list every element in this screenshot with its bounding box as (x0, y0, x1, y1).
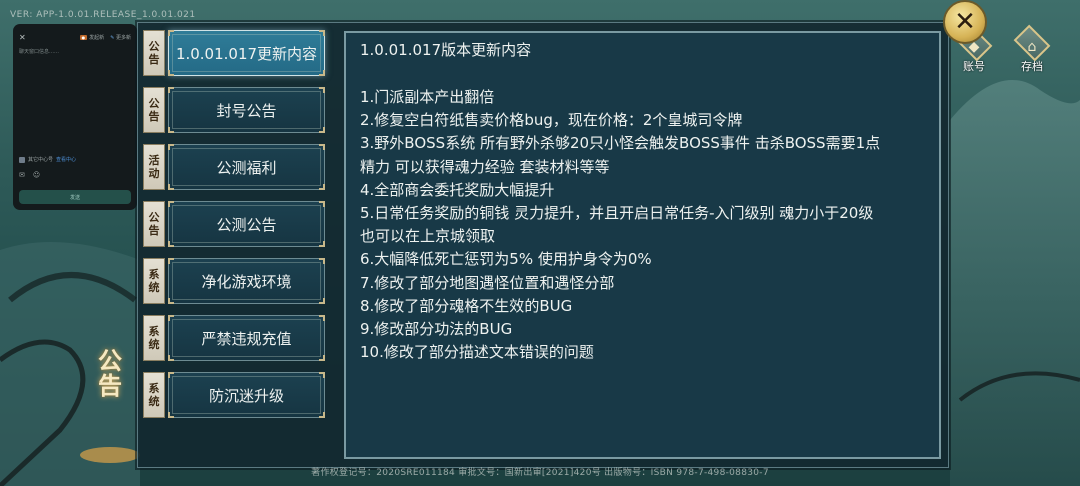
list-item: 精力 可以获得魂力经验 套装材料等等 (360, 157, 610, 176)
save-label: 存档 (1021, 60, 1043, 73)
list-item: 6.大幅降低死亡惩罚为5% 使用护身令为0% (360, 250, 652, 269)
save-icon: ⌂ (1027, 39, 1037, 55)
menu-item-no-illegal-recharge[interactable]: 系统 严禁违规充值 (141, 313, 326, 363)
menu-item-beta-benefits[interactable]: 活动 公测福利 (141, 142, 326, 192)
chat-input[interactable]: 聊天窗口信息…… (19, 48, 131, 55)
menu-item-ban-notice[interactable]: 公告 封号公告 (141, 85, 326, 135)
menu-tag: 系统 (143, 258, 165, 304)
close-icon[interactable]: ✕ (943, 0, 987, 44)
list-item: 4.全部商会委托奖励大幅提升 (360, 180, 555, 199)
menu-button[interactable]: 封号公告 (168, 87, 325, 133)
chat-send-button[interactable]: 发送 (19, 190, 131, 204)
menu-item-clean-environment[interactable]: 系统 净化游戏环境 (141, 256, 326, 306)
menu-item-label: 净化游戏环境 (201, 272, 292, 291)
mail-icon[interactable]: ✉ (19, 171, 25, 179)
emoji-icon[interactable]: ☺ (33, 171, 40, 179)
menu-item-beta-notice[interactable]: 公告 公测公告 (141, 199, 326, 249)
save-button[interactable]: ⌂ 存档 (1008, 24, 1056, 74)
chat-username: 其它中心号 (28, 157, 54, 163)
list-item: 10.修改了部分描述文本错误的问题 (360, 343, 594, 362)
copyright-footer: 著作权登记号：2020SRE011184 审批文号：国新出审[2021]420号… (311, 468, 769, 478)
chat-user-link[interactable]: 查看中心 (56, 156, 76, 163)
list-item: 1.门派副本产出翻倍 (360, 88, 495, 106)
update-notes-list: 1.门派副本产出翻倍 2.修复空白符纸售卖价格bug，现在价格：2个皇城司令牌 … (360, 86, 925, 364)
announcement-content[interactable]: 1.0.01.017版本更新内容 1.门派副本产出翻倍 2.修复空白符纸售卖价格… (344, 31, 941, 459)
list-item: 也可以在上京城领取 (360, 227, 496, 246)
menu-button[interactable]: 净化游戏环境 (168, 258, 325, 304)
chat-overlay[interactable]: ✕ ● 发起新 ✎ 更多新 聊天窗口信息…… 其它中心号 查看中心 ✉ ☺ 发送 (13, 24, 137, 210)
menu-item-label: 防沉迷升级 (208, 386, 284, 405)
list-item: 9.修改部分功法的BUG (360, 320, 513, 339)
menu-tag: 公告 (143, 87, 165, 133)
menu-tag: 活动 (143, 144, 165, 190)
menu-tag: 系统 (143, 372, 165, 418)
list-item: 5.日常任务奖励的铜钱 灵力提升，并且开启日常任务-入门级别 魂力小于20级 (360, 204, 874, 223)
menu-item-label: 封号公告 (216, 101, 277, 120)
announcement-sign: 公告 (98, 346, 122, 401)
menu-button[interactable]: 公测福利 (168, 144, 325, 190)
chat-user-row[interactable]: 其它中心号 查看中心 (19, 156, 76, 163)
account-label: 账号 (963, 60, 985, 73)
menu-item-anti-addiction[interactable]: 系统 防沉迷升级 (141, 370, 326, 420)
menu-button[interactable]: 严禁违规充值 (168, 315, 325, 361)
list-item: 3.野外BOSS系统 所有野外杀够20只小怪会触发BOSS事件 击杀BOSS需要… (360, 134, 881, 153)
chat-more-button[interactable]: ✎ 更多新 (110, 34, 131, 41)
menu-item-label: 1.0.01.017更新内容 (175, 44, 318, 63)
menu-button[interactable]: 1.0.01.017更新内容 (168, 30, 325, 76)
avatar (19, 156, 25, 163)
menu-button[interactable]: 防沉迷升级 (168, 372, 325, 418)
version-label: VER: APP-1.0.01.RELEASE_1.0.01.021 (10, 10, 196, 20)
menu-button[interactable]: 公测公告 (168, 201, 325, 247)
menu-item-update-content[interactable]: 公告 1.0.01.017更新内容 (141, 28, 326, 78)
list-item: 7.修改了部分地图遇怪位置和遇怪分部 (360, 273, 615, 292)
menu-item-label: 严禁违规充值 (201, 329, 292, 348)
menu-tag: 公告 (143, 201, 165, 247)
menu-tag: 系统 (143, 315, 165, 361)
list-item: 2.修复空白符纸售卖价格bug，现在价格：2个皇城司令牌 (360, 111, 743, 130)
chat-new-button[interactable]: ● 发起新 (79, 34, 104, 41)
menu-tag: 公告 (143, 30, 165, 76)
menu-item-label: 公测福利 (216, 158, 277, 177)
chat-close-icon[interactable]: ✕ (19, 33, 29, 42)
menu-item-label: 公测公告 (216, 215, 277, 234)
content-title: 1.0.01.017版本更新内容 (360, 41, 532, 59)
list-item: 8.修改了部分魂格不生效的BUG (360, 296, 573, 315)
